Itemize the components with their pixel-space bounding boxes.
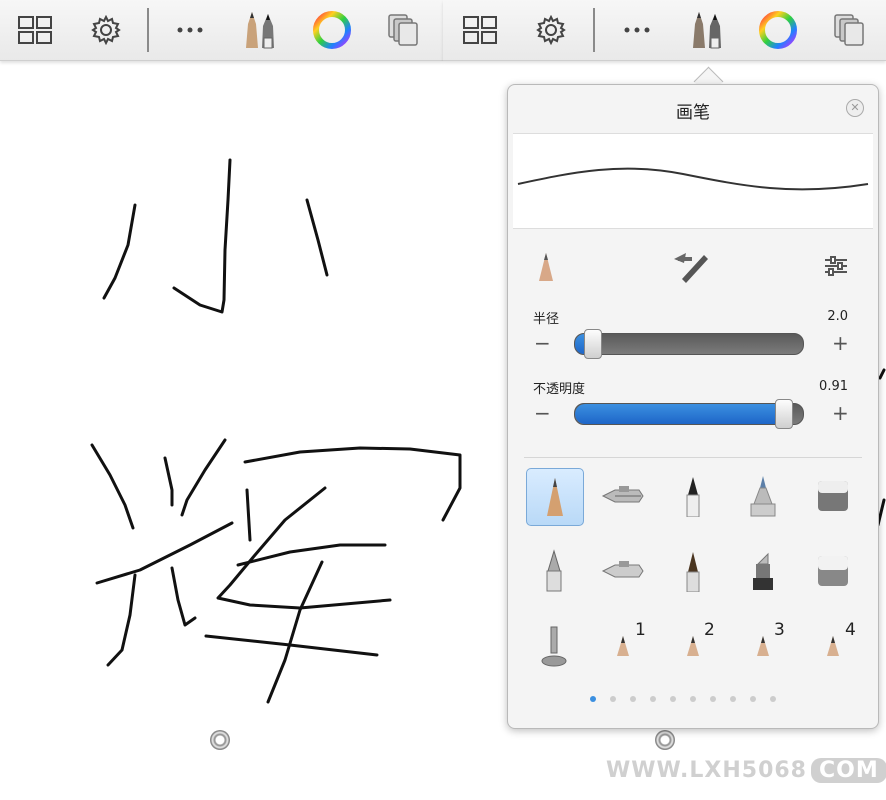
canvas-handle-icon[interactable] [655,730,675,750]
page-dot[interactable] [710,696,716,702]
more-icon[interactable] [170,10,210,50]
page-dot[interactable] [770,696,776,702]
watermark-text: WWW.LXH5068 [606,758,807,783]
radius-label: 半径 [533,312,560,327]
page-dot[interactable] [610,696,616,702]
stroke [102,203,137,300]
panel-title: 画笔 [676,103,710,123]
grid-icon[interactable] [15,10,55,50]
color-wheel-icon[interactable] [312,10,352,50]
grid-icon[interactable] [460,10,500,50]
stroke [245,488,252,542]
close-icon[interactable]: ✕ [846,99,864,117]
stroke [172,158,232,314]
page-dot[interactable] [690,696,696,702]
opacity-slider[interactable] [574,403,804,425]
page-dot[interactable] [590,696,596,702]
brush-slot-number: 3 [774,620,785,640]
brush-smudge-icon[interactable] [526,618,582,674]
canvas-handle-icon[interactable] [210,730,230,750]
brush-ink-icon[interactable] [665,468,721,524]
page-dot[interactable] [750,696,756,702]
brush-slot-number: 4 [845,620,856,640]
radius-slider[interactable] [574,333,804,355]
gear-icon[interactable] [86,10,126,50]
stroke [266,560,324,704]
page-dot[interactable] [630,696,636,702]
brush-panel: 画笔 ✕ 半径 2.0 − + 不透明度 0.91 − + 1 2 3 4 [507,84,879,729]
page-dot[interactable] [650,696,656,702]
opacity-plus-button[interactable]: + [832,403,849,423]
toolbar-right [443,0,886,61]
layers-icon[interactable] [829,10,869,50]
opacity-label: 不透明度 [533,382,586,397]
opacity-slider-thumb[interactable] [775,399,794,429]
stroke [170,566,197,627]
pencils-icon[interactable] [240,10,280,50]
divider [524,457,862,458]
watermark-suffix: COM [811,758,886,783]
toolbar-separator [147,8,149,52]
radius-plus-button[interactable]: + [832,333,849,353]
brush-soft-eraser-icon[interactable] [805,543,861,599]
brush-marker-icon[interactable] [735,468,791,524]
radius-slider-thumb[interactable] [584,329,603,359]
watermark: WWW.LXH5068 COM [606,758,886,783]
stroke [95,521,234,585]
brush-tool-row [508,245,878,285]
brush-swap-icon[interactable] [670,249,710,287]
current-brush-icon[interactable] [536,251,556,287]
page-dot[interactable] [670,696,676,702]
radius-minus-button[interactable]: − [534,333,551,353]
stroke [180,438,227,517]
stroke [305,198,329,277]
brush-slot-number: 1 [635,620,646,640]
brush-paintbrush-icon[interactable] [665,543,721,599]
brush-chisel-marker-icon[interactable] [735,543,791,599]
brush-pencil-icon[interactable] [526,468,584,526]
more-icon[interactable] [617,10,657,50]
stroke [878,368,886,380]
stroke [243,446,462,522]
opacity-slider-fill [575,404,785,424]
brush-pen-icon[interactable] [526,543,582,599]
toolbar-separator [593,8,595,52]
stroke [216,486,392,610]
stroke [163,456,174,507]
brush-airbrush-fine-icon[interactable] [595,543,651,599]
radius-value: 2.0 [827,309,848,324]
settings-sliders-icon[interactable] [824,255,848,281]
gear-icon[interactable] [531,10,571,50]
layers-icon[interactable] [383,10,423,50]
brush-airbrush-icon[interactable] [595,468,651,524]
stroke [90,443,135,530]
toolbar-left [0,0,443,61]
opacity-minus-button[interactable]: − [534,403,551,423]
page-dot[interactable] [730,696,736,702]
opacity-value: 0.91 [819,379,848,394]
stroke [106,573,137,667]
stroke-preview [513,133,873,229]
brush-eraser-icon[interactable] [805,468,861,524]
brush-slot-number: 2 [704,620,715,640]
pencils-icon[interactable] [687,10,727,50]
color-wheel-icon[interactable] [758,10,798,50]
